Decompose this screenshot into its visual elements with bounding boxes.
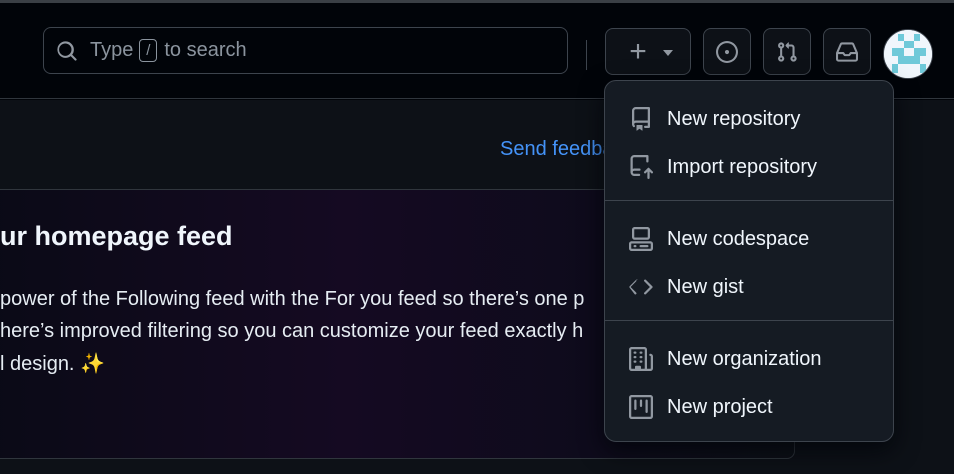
create-new-button[interactable]: + — [605, 28, 691, 75]
feed-announcement-line: power of the Following feed with the For… — [0, 288, 585, 310]
menu-item-new-gist[interactable]: New gist — [605, 264, 893, 310]
search-input[interactable]: Type / to search — [43, 27, 568, 74]
identicon-icon — [884, 30, 932, 78]
search-placeholder-suffix: to search — [164, 39, 247, 61]
plus-icon: + — [629, 34, 647, 68]
repo-push-icon — [629, 155, 653, 179]
menu-item-label: Import repository — [667, 155, 818, 178]
inbox-button[interactable] — [823, 28, 871, 75]
feed-announcement-line: l design. ✨ — [0, 353, 105, 375]
menu-item-new-project[interactable]: New project — [605, 384, 893, 430]
feed-announcement-title: ur homepage feed — [0, 221, 233, 251]
menu-item-label: New organization — [667, 347, 822, 370]
menu-divider — [605, 320, 893, 321]
search-placeholder-prefix: Type — [90, 39, 134, 61]
issues-button[interactable] — [703, 28, 751, 75]
pull-requests-button[interactable] — [763, 28, 811, 75]
triangle-down-icon — [662, 50, 673, 56]
send-feedback-link[interactable]: Send feedback — [500, 138, 610, 161]
menu-divider — [605, 200, 893, 201]
repo-icon — [629, 107, 653, 131]
menu-item-new-codespace[interactable]: New codespace — [605, 216, 893, 262]
organization-icon — [629, 347, 653, 371]
menu-item-label: New gist — [667, 275, 744, 298]
create-new-menu: New repository Import repository New cod… — [604, 80, 894, 442]
search-icon — [57, 40, 77, 61]
feed-announcement-line: here’s improved filtering so you can cus… — [0, 320, 584, 342]
git-pull-request-icon — [778, 41, 797, 62]
search-shortcut-key: / — [139, 39, 158, 62]
menu-item-new-organization[interactable]: New organization — [605, 336, 893, 382]
menu-item-label: New codespace — [667, 227, 810, 250]
menu-item-import-repository[interactable]: Import repository — [605, 144, 893, 190]
menu-item-label: New project — [667, 395, 773, 418]
codespaces-icon — [629, 227, 653, 251]
issue-opened-icon — [716, 40, 738, 63]
menu-item-new-repository[interactable]: New repository — [605, 96, 893, 142]
project-icon — [629, 395, 653, 419]
header-divider — [586, 40, 587, 70]
code-icon — [629, 275, 653, 299]
user-avatar[interactable] — [883, 29, 933, 79]
menu-item-label: New repository — [667, 107, 801, 130]
inbox-icon — [836, 41, 858, 62]
